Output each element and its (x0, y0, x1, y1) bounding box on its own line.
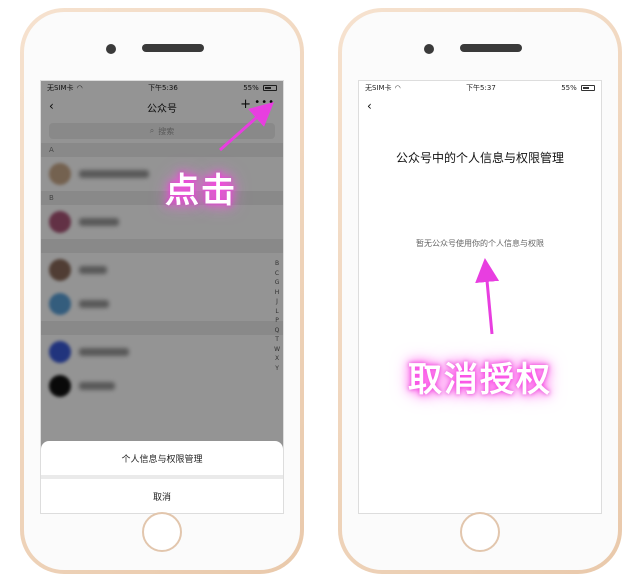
status-bar: 无SIM卡 ◠ 下午5:37 55% (359, 81, 601, 95)
earpiece-speaker (142, 44, 204, 52)
wifi-icon: ◠ (394, 84, 401, 92)
phone-frame-right: 无SIM卡 ◠ 下午5:37 55% ‹ 公众号中的个人信息与权限管理 暂无公众… (338, 8, 622, 574)
front-camera (106, 44, 116, 54)
phone-body-right: 无SIM卡 ◠ 下午5:37 55% ‹ 公众号中的个人信息与权限管理 暂无公众… (342, 12, 618, 570)
empty-state-text: 暂无公众号使用你的个人信息与权限 (416, 239, 544, 248)
nav-bar: ‹ (359, 95, 601, 119)
battery-icon (580, 85, 595, 91)
cancel-button[interactable]: 取消 (41, 479, 283, 513)
annotation-click: 点击 (165, 171, 237, 211)
earpiece-speaker (460, 44, 522, 52)
back-icon[interactable]: ‹ (367, 99, 372, 113)
screen-right: 无SIM卡 ◠ 下午5:37 55% ‹ 公众号中的个人信息与权限管理 暂无公众… (358, 80, 602, 514)
screen-left: 无SIM卡 ◠ 下午5:36 55% ‹ 公众号 + ••• ⌕ 搜索 A B … (40, 80, 284, 514)
action-sheet: 个人信息与权限管理 取消 (41, 441, 283, 513)
phone-frame-left: 无SIM卡 ◠ 下午5:36 55% ‹ 公众号 + ••• ⌕ 搜索 A B … (20, 8, 304, 574)
page-title: 公众号中的个人信息与权限管理 (395, 151, 564, 165)
carrier-label: 无SIM卡 (365, 84, 392, 92)
battery-percent: 55% (561, 84, 577, 92)
status-time: 下午5:37 (466, 84, 496, 92)
home-button[interactable] (142, 512, 182, 552)
home-button[interactable] (460, 512, 500, 552)
front-camera (424, 44, 434, 54)
phone-body-left: 无SIM卡 ◠ 下午5:36 55% ‹ 公众号 + ••• ⌕ 搜索 A B … (24, 12, 300, 570)
annotation-revoke: 取消授权 (408, 360, 552, 400)
privacy-management-option[interactable]: 个人信息与权限管理 (41, 441, 283, 475)
